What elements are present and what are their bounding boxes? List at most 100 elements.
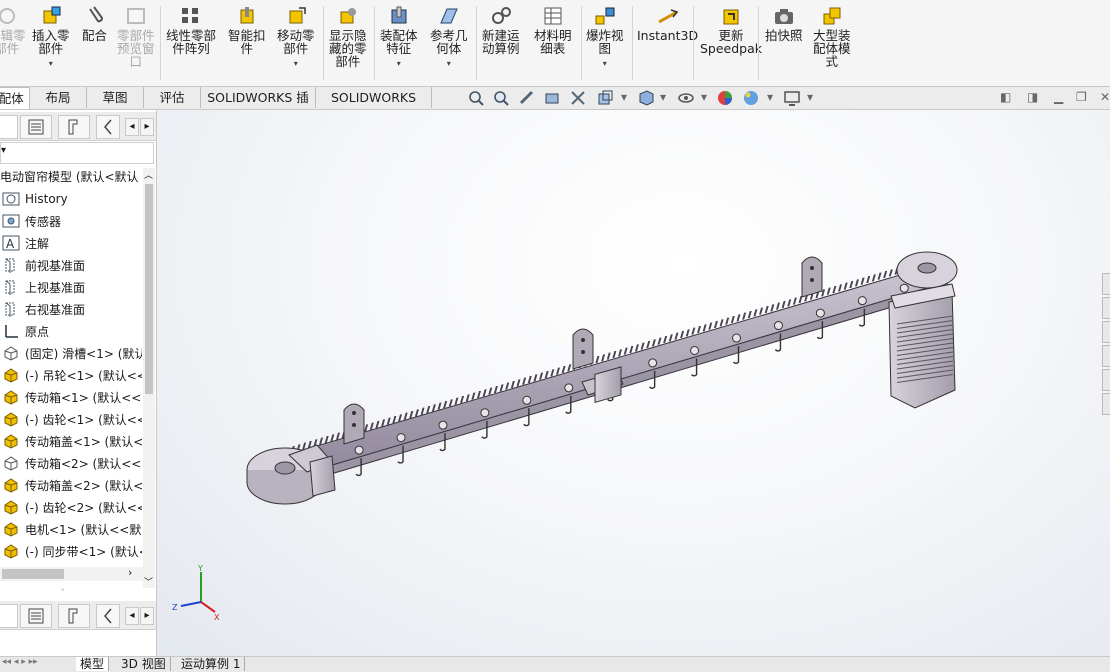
- tree-item[interactable]: 右视基准面: [0, 298, 142, 320]
- insert-part-button[interactable]: 插入零 部件 ▾: [32, 6, 70, 70]
- chevron-down-icon[interactable]: ▾: [397, 57, 401, 70]
- edit-appearance-icon[interactable]: [716, 89, 734, 107]
- chevron-down-icon[interactable]: ▾: [807, 90, 813, 104]
- dynamic-annotation-icon[interactable]: [569, 89, 587, 107]
- tree-item[interactable]: 传感器: [0, 210, 142, 232]
- show-hidden-components-button[interactable]: 显示隐 藏的零 部件: [329, 6, 367, 68]
- propertymanager-tab-icon[interactable]: [20, 604, 52, 628]
- chevron-down-icon[interactable]: ▾: [49, 57, 53, 70]
- configurationmanager-tab-icon[interactable]: [58, 604, 90, 628]
- chevron-down-icon[interactable]: ▾: [603, 57, 607, 70]
- tab-3d-views[interactable]: 3D 视图: [117, 657, 171, 671]
- tree-item[interactable]: 传动箱盖<1> (默认<: [0, 430, 142, 452]
- reference-geometry-button[interactable]: 参考几 何体 ▾: [430, 6, 468, 70]
- tab-assembly[interactable]: 装配体: [0, 87, 30, 109]
- vscroll-thumb[interactable]: [145, 184, 153, 394]
- apply-scene-icon[interactable]: [742, 89, 760, 107]
- part-preview-window-button[interactable]: 零部件 预览窗 口: [117, 6, 155, 68]
- assembly-features-button[interactable]: 装配体 特征 ▾: [380, 6, 418, 70]
- scroll-up-icon[interactable]: ︿: [144, 168, 153, 181]
- task-pane-library-icon[interactable]: [1102, 321, 1110, 343]
- tab-motion-study-1[interactable]: 运动算例 1: [177, 657, 246, 671]
- tree-item[interactable]: (-) 齿轮<1> (默认<<: [0, 408, 142, 430]
- featuremanager-tab-icon[interactable]: [0, 604, 18, 628]
- feature-tree-filter[interactable]: ▾: [0, 142, 154, 164]
- tab-scroll-left-icon[interactable]: ◂: [125, 607, 139, 625]
- update-speedpak-button[interactable]: 更新 Speedpak: [700, 6, 762, 55]
- chevron-down-icon[interactable]: ▾: [447, 57, 451, 70]
- restore-icon[interactable]: ❐: [1076, 90, 1087, 104]
- tile-left-icon[interactable]: ◧: [1000, 90, 1011, 104]
- task-pane-explorer-icon[interactable]: [1102, 345, 1110, 367]
- chevron-down-icon[interactable]: ▾: [621, 90, 627, 104]
- tree-item[interactable]: (-) 同步带<1> (默认<: [0, 540, 142, 562]
- large-assembly-mode-button[interactable]: 大型装 配体模 式: [813, 6, 851, 68]
- snapshot-button[interactable]: 拍快照: [765, 6, 803, 42]
- feature-tree-hscrollbar[interactable]: ›: [0, 566, 143, 581]
- featuremanager-tab-icon[interactable]: [0, 115, 18, 139]
- task-pane-home-icon[interactable]: [1102, 273, 1110, 295]
- tree-item[interactable]: 传动箱<2> (默认<<默: [0, 452, 142, 474]
- hscroll-thumb[interactable]: [2, 569, 64, 579]
- tree-item[interactable]: 传动箱<1> (默认<<默: [0, 386, 142, 408]
- zoom-to-area-icon[interactable]: [492, 89, 510, 107]
- curtain-assembly-model[interactable]: [157, 110, 1110, 658]
- close-icon[interactable]: ✕: [1100, 90, 1110, 104]
- tab-nav-arrows-icon[interactable]: ◂◂ ◂ ▸ ▸▸: [2, 657, 38, 667]
- tab-evaluate[interactable]: 评估: [144, 87, 201, 108]
- exploded-view-button[interactable]: 爆炸视 图 ▾: [586, 6, 624, 70]
- move-component-button[interactable]: 移动零 部件 ▾: [277, 6, 315, 70]
- linear-pattern-button[interactable]: 线性零部 件阵列: [166, 6, 216, 55]
- tree-item[interactable]: A 注解: [0, 232, 142, 254]
- tree-item[interactable]: 传动箱盖<2> (默认<: [0, 474, 142, 496]
- chevron-down-icon[interactable]: ▾: [767, 90, 773, 104]
- smart-fasteners-button[interactable]: 智能扣 件: [228, 6, 266, 55]
- tree-root-assembly[interactable]: 电动窗帘模型 (默认<默认: [0, 165, 142, 187]
- view-settings-icon[interactable]: [783, 89, 801, 107]
- zoom-to-fit-icon[interactable]: [467, 89, 485, 107]
- tree-item[interactable]: 前视基准面: [0, 254, 142, 276]
- minimize-icon[interactable]: ▁: [1054, 90, 1063, 104]
- tab-model[interactable]: 模型: [76, 657, 110, 671]
- tab-scroll-right-icon[interactable]: ▸: [140, 607, 154, 625]
- tree-item[interactable]: (-) 吊轮<1> (默认<<: [0, 364, 142, 386]
- tab-solidworks-mbd[interactable]: SOLIDWORKS MBD: [316, 87, 432, 126]
- tile-right-icon[interactable]: ◨: [1027, 90, 1038, 104]
- tree-item[interactable]: History: [0, 188, 142, 210]
- tab-sketch[interactable]: 草图: [87, 87, 144, 108]
- graphics-area[interactable]: Y X Z: [157, 110, 1110, 658]
- tab-solidworks-addins[interactable]: SOLIDWORKS 插件: [201, 87, 316, 126]
- chevron-down-icon[interactable]: ▾: [294, 57, 298, 70]
- tree-item[interactable]: (-) 齿轮<2> (默认<<: [0, 496, 142, 518]
- task-pane-appearances-icon[interactable]: [1102, 369, 1110, 391]
- task-pane-properties-icon[interactable]: [1102, 393, 1110, 415]
- task-pane-resources-icon[interactable]: [1102, 297, 1110, 319]
- display-style-icon[interactable]: [637, 89, 655, 107]
- tab-layout[interactable]: 布局: [30, 87, 87, 108]
- dimxpert-tab-icon[interactable]: [96, 604, 120, 628]
- tree-item[interactable]: 上视基准面: [0, 276, 142, 298]
- bill-of-materials-button[interactable]: 材料明 细表: [534, 6, 572, 55]
- new-motion-study-button[interactable]: 新建运 动算例: [482, 6, 520, 55]
- dimxpert-tab-icon[interactable]: [96, 115, 120, 139]
- chevron-down-icon[interactable]: ▾: [660, 90, 666, 104]
- feature-tree-vscrollbar[interactable]: ︿ ﹀: [143, 168, 155, 588]
- edit-part-button[interactable]: 编辑零 部件: [0, 6, 26, 55]
- scroll-right-icon[interactable]: ›: [128, 566, 132, 579]
- mate-button[interactable]: 配合: [82, 6, 107, 42]
- tree-item[interactable]: (固定) 滑槽<1> (默认: [0, 342, 142, 364]
- configurationmanager-tab-icon[interactable]: [58, 115, 90, 139]
- instant3d-button[interactable]: Instant3D: [637, 6, 698, 42]
- tab-scroll-right-icon[interactable]: ▸: [140, 118, 154, 136]
- view-orientation-icon[interactable]: [596, 89, 614, 107]
- tree-item[interactable]: 电机<1> (默认<<默认: [0, 518, 142, 540]
- scroll-down-icon[interactable]: ﹀: [144, 575, 153, 588]
- previous-view-icon[interactable]: [518, 89, 536, 107]
- splitter-handle-icon[interactable]: ◦: [60, 586, 65, 596]
- section-view-icon[interactable]: [543, 89, 561, 107]
- chevron-down-icon[interactable]: ▾: [701, 90, 707, 104]
- propertymanager-tab-icon[interactable]: [20, 115, 52, 139]
- tab-scroll-left-icon[interactable]: ◂: [125, 118, 139, 136]
- tree-item[interactable]: 原点: [0, 320, 142, 342]
- hide-show-items-icon[interactable]: [677, 89, 695, 107]
